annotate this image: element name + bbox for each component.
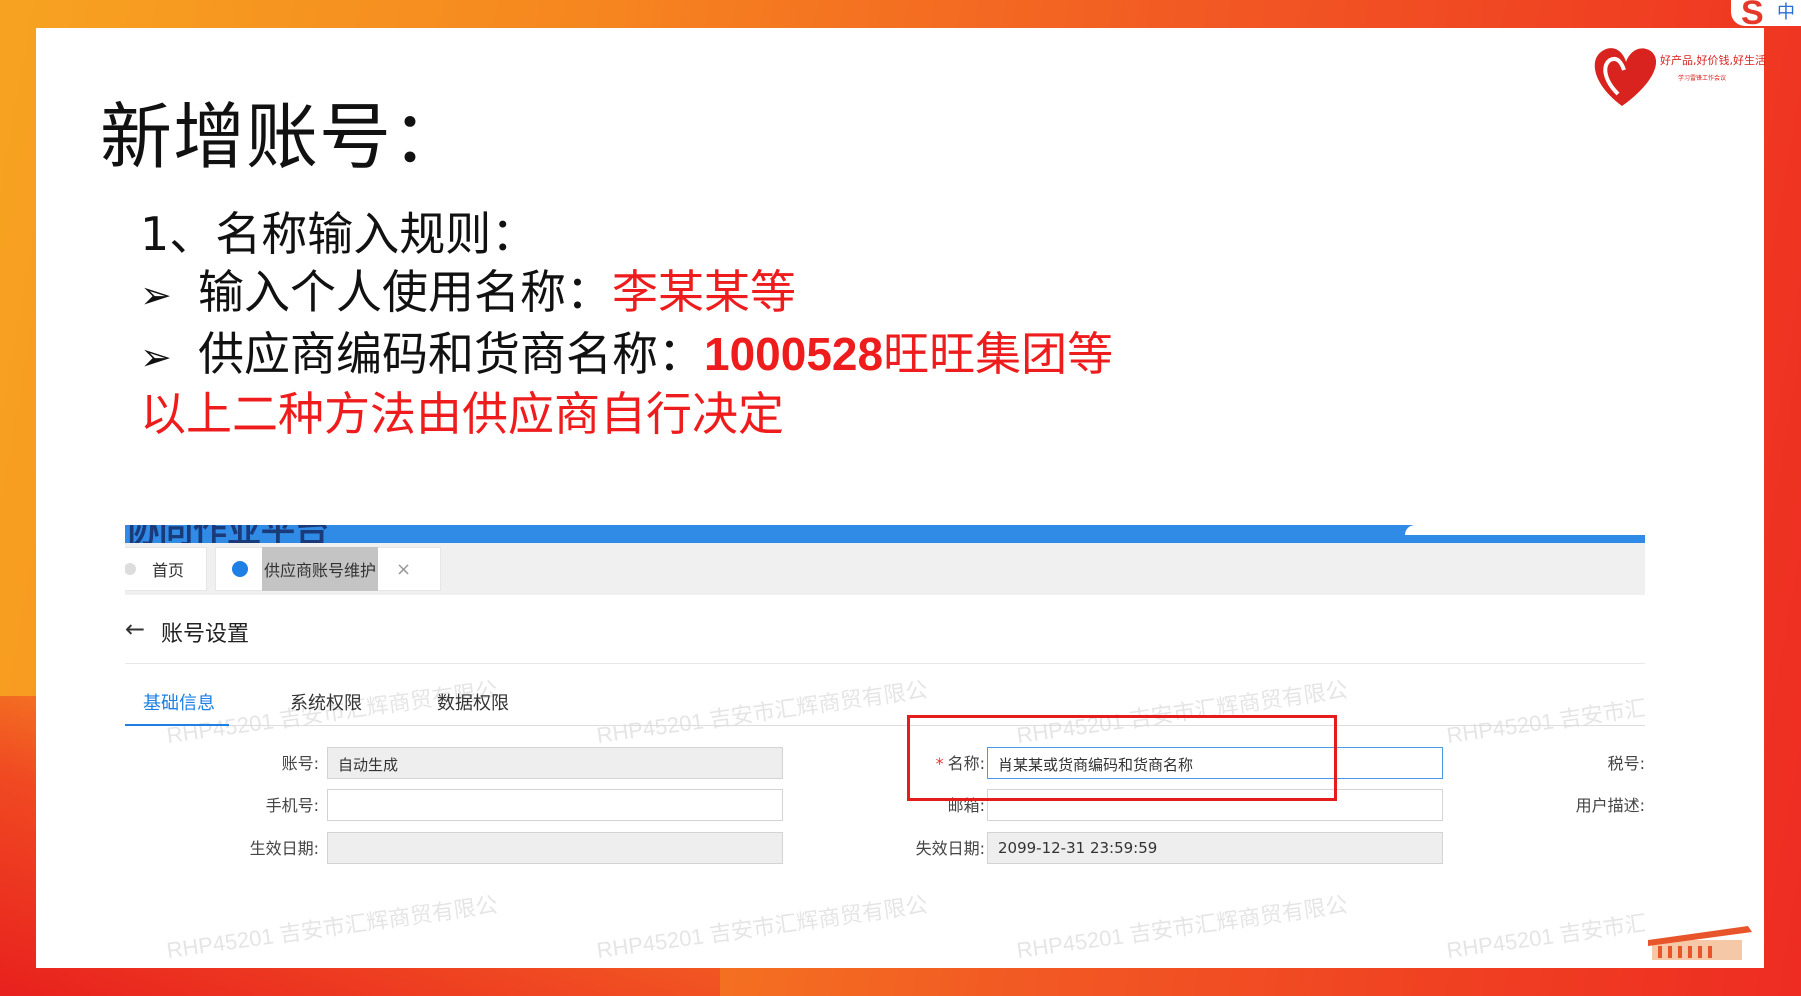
- slide-title: 新增账号：: [100, 95, 466, 179]
- page-tabs-bar: 首页 供应商账号维护 ×: [125, 543, 1645, 595]
- rule-heading-text: 1、名称输入规则：: [140, 207, 538, 261]
- building-decoration-icon: [1648, 926, 1752, 960]
- phone-label: 手机号:: [265, 796, 319, 815]
- form-subtabs: 基础信息 系统权限 数据权限: [125, 685, 1645, 726]
- tax-number-label: 税号:: [1607, 754, 1645, 773]
- bullet-arrow-icon: ➢: [140, 273, 172, 317]
- corner-badge: S 中: [1731, 0, 1801, 32]
- watermark: RHP45201 吉安市汇辉商贸有限公: [1015, 891, 1350, 964]
- bullet1-value: 李某某等: [612, 265, 796, 319]
- tab-supplier-account-label: 供应商账号维护: [262, 547, 379, 591]
- page-header: ← 账号设置: [125, 595, 1645, 664]
- tab-active-dot-icon: [232, 561, 248, 577]
- bullet1-prefix: 输入个人使用名称：: [198, 265, 612, 319]
- heart-logo: 好产品,好价钱,好生活 学习雷锋工作会议: [1594, 48, 1766, 106]
- rule-heading: 1、名称输入规则：: [140, 198, 537, 264]
- subtab-basic-info[interactable]: 基础信息: [143, 689, 215, 715]
- tab-home[interactable]: 首页: [125, 547, 207, 591]
- rule-note: 以上二种方法由供应商自行决定: [140, 387, 784, 441]
- tab-supplier-account[interactable]: 供应商账号维护 ×: [215, 547, 441, 591]
- user-description-label: 用户描述:: [1575, 796, 1645, 815]
- subtab-system-permissions[interactable]: 系统权限: [290, 689, 362, 715]
- tab-home-label: 首页: [152, 561, 185, 580]
- expire-date-label: 失效日期:: [915, 839, 985, 858]
- watermark: RHP45201 吉安市汇辉商贸有限公: [165, 891, 500, 964]
- tab-home-dot-icon: [125, 563, 136, 575]
- bullet-arrow-icon: ➢: [140, 335, 172, 379]
- app-header-bar: 协同作业平台: [125, 525, 1645, 551]
- account-label: 账号:: [281, 754, 319, 773]
- highlight-box: [907, 715, 1337, 801]
- bullet2-name: 旺旺集团等: [883, 327, 1114, 381]
- subtab-active-underline: [125, 724, 229, 726]
- effective-date-label: 生效日期:: [249, 839, 319, 858]
- watermark: RHP45201 吉安市汇辉商贸有限公: [1445, 891, 1645, 964]
- tab-close-icon[interactable]: ×: [396, 559, 411, 580]
- logo-slogan: 好产品,好价钱,好生活: [1660, 53, 1766, 67]
- bullet2-prefix: 供应商编码和货商名称：: [198, 327, 704, 381]
- app-screenshot: 协同作业平台 首页 供应商账号维护 × ← 账号设置 RHP45201 吉安市汇…: [125, 525, 1645, 965]
- bullet-personal-name: ➢ 输入个人使用名称：李某某等: [140, 256, 796, 322]
- effective-date-field[interactable]: [327, 832, 783, 864]
- back-arrow-icon[interactable]: ←: [125, 615, 145, 643]
- bullet-supplier-code: ➢ 供应商编码和货商名称：1000528旺旺集团等: [140, 318, 1113, 384]
- corner-badge-text: 中: [1777, 2, 1795, 23]
- page-title: 账号设置: [161, 622, 250, 647]
- watermark: RHP45201 吉安市汇辉商贸有限公: [595, 891, 930, 964]
- subtab-data-permissions[interactable]: 数据权限: [437, 689, 509, 715]
- bullet2-code: 1000528: [704, 328, 884, 380]
- logo-subtext: 学习雷锋工作会议: [1678, 74, 1726, 82]
- app-header-notch: [1405, 525, 1645, 535]
- expire-date-field[interactable]: 2099-12-31 23:59:59: [987, 832, 1443, 864]
- account-field[interactable]: 自动生成: [327, 747, 783, 779]
- phone-field[interactable]: [327, 789, 783, 821]
